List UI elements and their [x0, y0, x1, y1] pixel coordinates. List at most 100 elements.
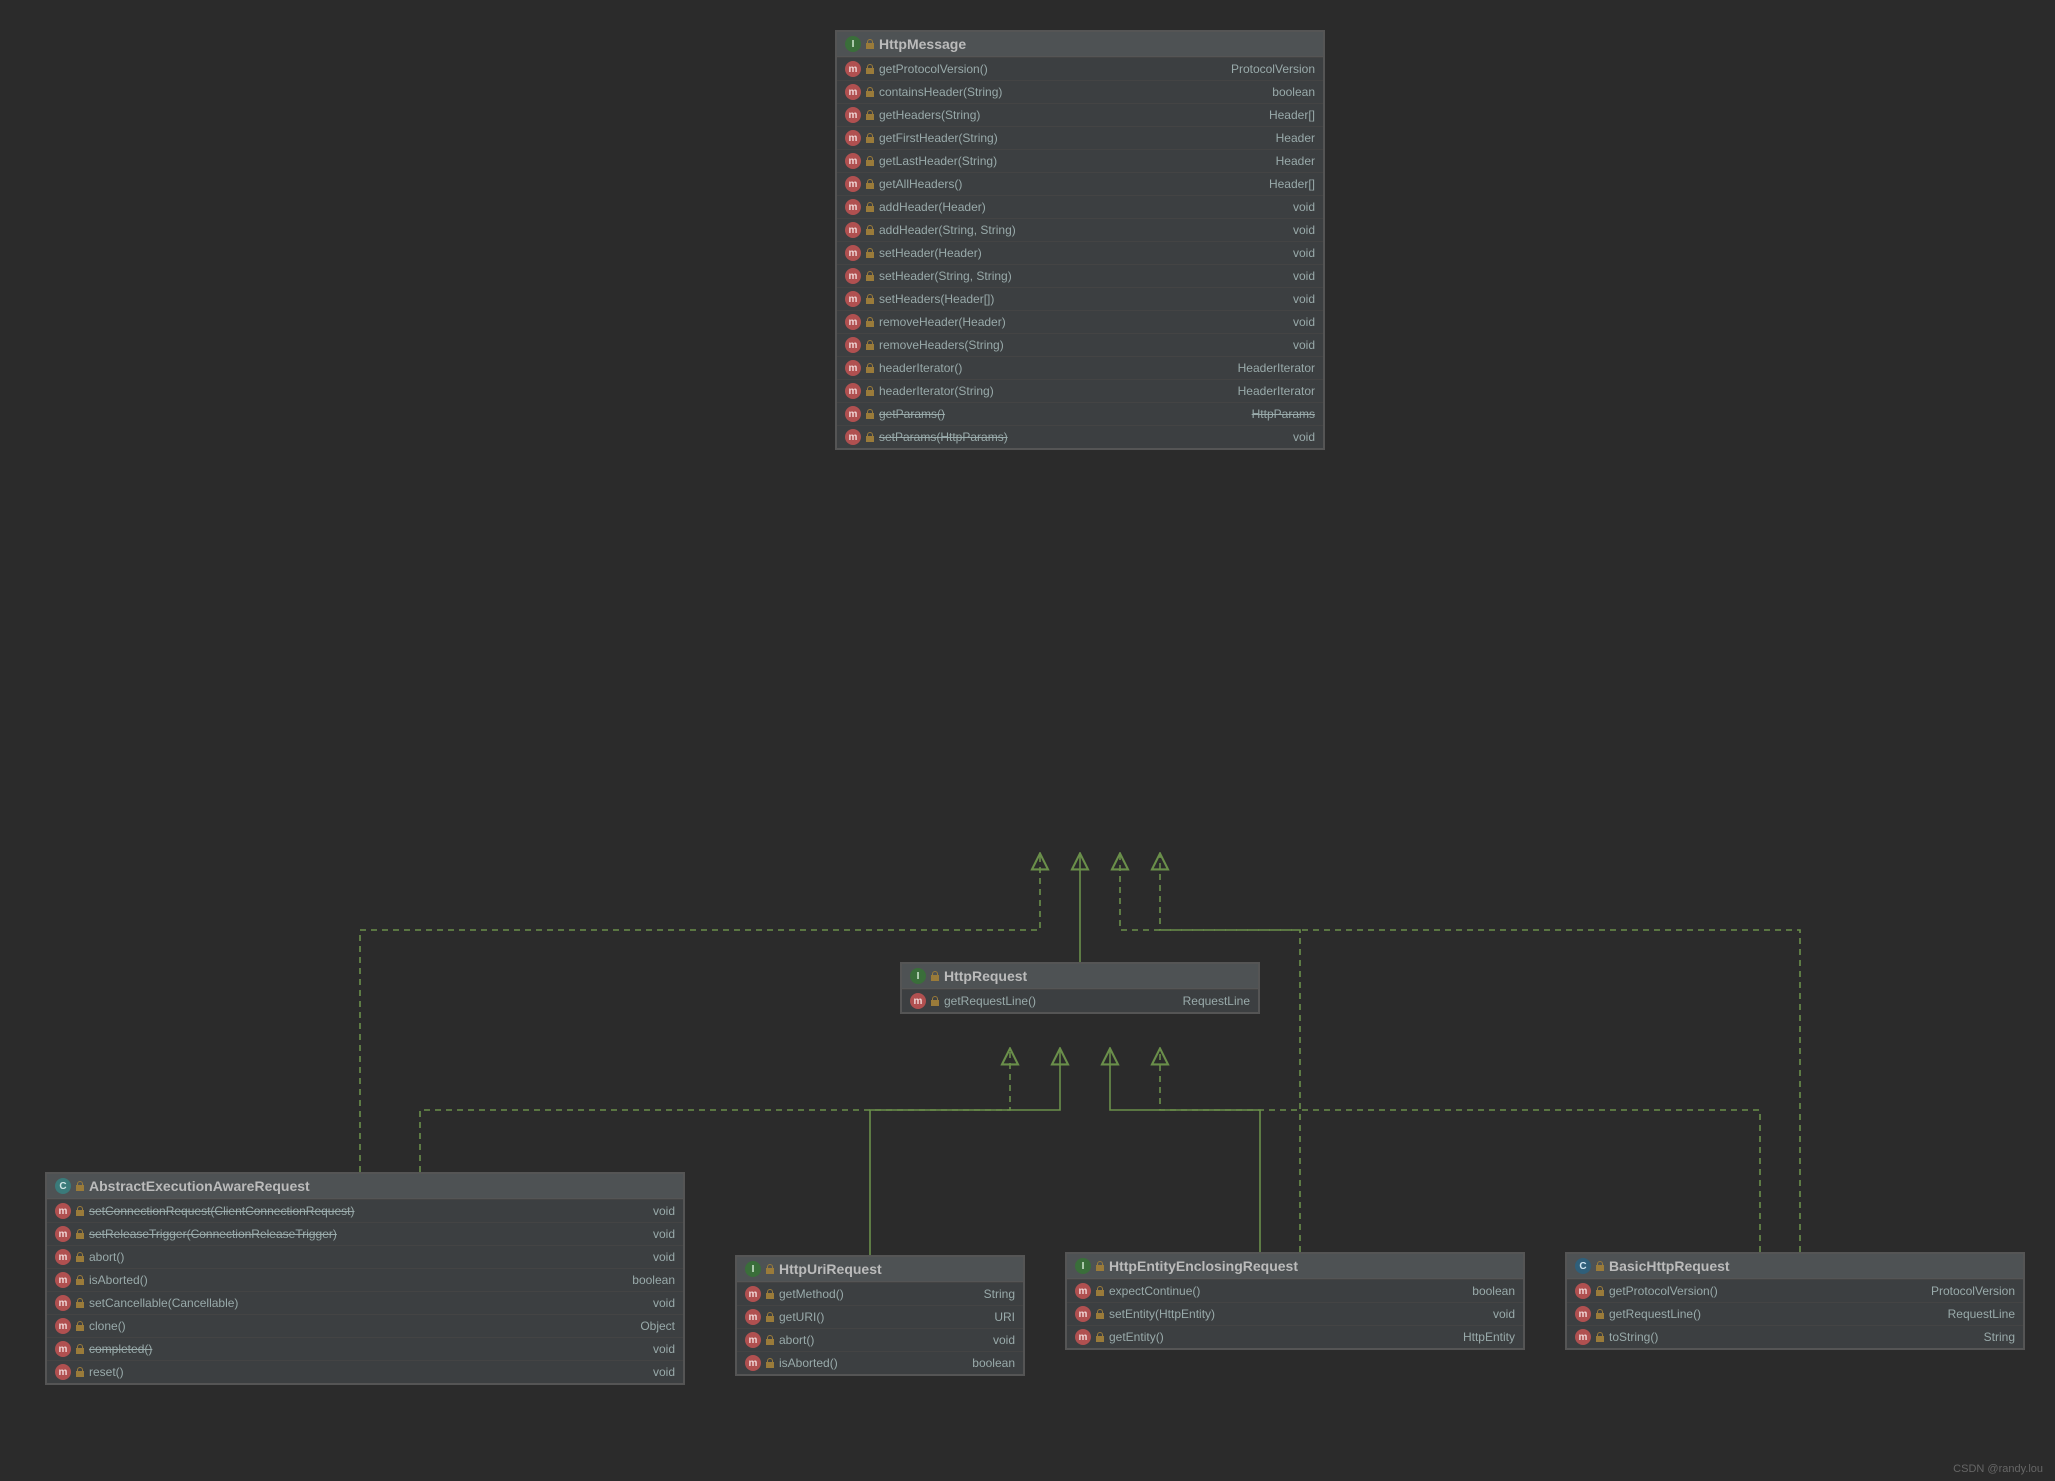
method-icon: m: [55, 1318, 71, 1334]
member-row[interactable]: misAborted()boolean: [47, 1268, 683, 1291]
member-signature: getLastHeader(String): [879, 154, 1254, 168]
member-signature: clone(): [89, 1319, 618, 1333]
method-icon: m: [845, 429, 861, 445]
lock-icon: [865, 64, 875, 74]
member-row[interactable]: msetHeader(String, String)void: [837, 264, 1323, 287]
member-row[interactable]: msetParams(HttpParams)void: [837, 425, 1323, 448]
method-icon: m: [745, 1355, 761, 1371]
class-http-request[interactable]: I HttpRequest mgetRequestLine()RequestLi…: [900, 962, 1260, 1014]
class-body: m setConnectionRequest(ClientConnectionRe…: [47, 1199, 683, 1383]
member-row[interactable]: mgetMethod()String: [737, 1282, 1023, 1305]
member-return-type: void: [653, 1227, 675, 1241]
class-http-uri-request[interactable]: I HttpUriRequest mgetMethod()StringmgetU…: [735, 1255, 1025, 1376]
member-row[interactable]: msetHeader(Header)void: [837, 241, 1323, 264]
member-return-type: void: [653, 1342, 675, 1356]
member-signature: setEntity(HttpEntity): [1109, 1307, 1471, 1321]
member-row[interactable]: mgetProtocolVersion()ProtocolVersion: [837, 57, 1323, 80]
member-row[interactable]: maddHeader(String, String)void: [837, 218, 1323, 241]
lock-icon: [765, 1358, 775, 1368]
interface-icon: I: [845, 36, 861, 52]
lock-icon: [1595, 1261, 1605, 1271]
member-row[interactable]: maddHeader(Header)void: [837, 195, 1323, 218]
member-row[interactable]: mclone()Object: [47, 1314, 683, 1337]
member-return-type: void: [653, 1250, 675, 1264]
lock-icon: [865, 39, 875, 49]
lock-icon: [75, 1298, 85, 1308]
member-row[interactable]: msetCancellable(Cancellable)void: [47, 1291, 683, 1314]
member-signature: getParams(): [879, 407, 1230, 421]
class-name: HttpUriRequest: [779, 1261, 882, 1277]
class-title: I HttpEntityEnclosingRequest: [1067, 1254, 1523, 1279]
member-signature: abort(): [779, 1333, 971, 1347]
lock-icon: [865, 432, 875, 442]
member-row[interactable]: mabort()void: [737, 1328, 1023, 1351]
member-return-type: void: [1293, 200, 1315, 214]
method-icon: m: [1575, 1283, 1591, 1299]
member-row[interactable]: mheaderIterator(String)HeaderIterator: [837, 379, 1323, 402]
member-signature: setHeaders(Header[]): [879, 292, 1271, 306]
lock-icon: [865, 317, 875, 327]
member-return-type: Header: [1276, 131, 1315, 145]
member-row[interactable]: msetHeaders(Header[])void: [837, 287, 1323, 310]
class-icon: C: [1575, 1258, 1591, 1274]
method-icon: m: [845, 107, 861, 123]
lock-icon: [75, 1275, 85, 1285]
member-row[interactable]: mremoveHeader(Header)void: [837, 310, 1323, 333]
method-icon: m: [745, 1332, 761, 1348]
member-row[interactable]: mgetParams()HttpParams: [837, 402, 1323, 425]
member-row[interactable]: mgetRequestLine()RequestLine: [902, 989, 1258, 1012]
lock-icon: [865, 386, 875, 396]
lock-icon: [1595, 1309, 1605, 1319]
diagram-canvas[interactable]: I HttpMessage mgetProtocolVersion()Proto…: [0, 0, 2055, 1481]
member-row[interactable]: mgetEntity()HttpEntity: [1067, 1325, 1523, 1348]
member-row[interactable]: mgetLastHeader(String)Header: [837, 149, 1323, 172]
member-signature: getRequestLine(): [944, 994, 1161, 1008]
member-row[interactable]: mgetRequestLine()RequestLine: [1567, 1302, 2023, 1325]
class-http-message[interactable]: I HttpMessage mgetProtocolVersion()Proto…: [835, 30, 1325, 450]
method-icon: m: [845, 314, 861, 330]
member-row[interactable]: mgetHeaders(String)Header[]: [837, 103, 1323, 126]
interface-icon: I: [1075, 1258, 1091, 1274]
member-return-type: String: [984, 1287, 1015, 1301]
member-row[interactable]: mabort()void: [47, 1245, 683, 1268]
method-icon: m: [55, 1226, 71, 1242]
member-row[interactable]: msetConnectionRequest(ClientConnectionRe…: [47, 1199, 683, 1222]
abstract-class-icon: C: [55, 1178, 71, 1194]
lock-icon: [765, 1289, 775, 1299]
member-row[interactable]: misAborted()boolean: [737, 1351, 1023, 1374]
lock-icon: [865, 156, 875, 166]
method-icon: m: [845, 291, 861, 307]
member-row[interactable]: mheaderIterator()HeaderIterator: [837, 356, 1323, 379]
lock-icon: [865, 340, 875, 350]
member-row[interactable]: mremoveHeaders(String)void: [837, 333, 1323, 356]
member-row[interactable]: mgetURI()URI: [737, 1305, 1023, 1328]
member-return-type: void: [1293, 246, 1315, 260]
member-signature: removeHeaders(String): [879, 338, 1271, 352]
interface-icon: I: [745, 1261, 761, 1277]
member-signature: setConnectionRequest(ClientConnectionReq…: [89, 1204, 631, 1218]
lock-icon: [765, 1264, 775, 1274]
member-return-type: void: [653, 1365, 675, 1379]
method-icon: m: [55, 1272, 71, 1288]
member-return-type: boolean: [632, 1273, 675, 1287]
method-icon: m: [1575, 1306, 1591, 1322]
member-return-type: void: [1293, 269, 1315, 283]
class-basic-http-request[interactable]: C BasicHttpRequest mgetProtocolVersion()…: [1565, 1252, 2025, 1350]
method-icon: m: [845, 360, 861, 376]
member-row[interactable]: mreset()void: [47, 1360, 683, 1383]
class-http-entity-enclosing-request[interactable]: I HttpEntityEnclosingRequest mexpectCont…: [1065, 1252, 1525, 1350]
member-row[interactable]: mcontainsHeader(String)boolean: [837, 80, 1323, 103]
lock-icon: [765, 1335, 775, 1345]
lock-icon: [930, 996, 940, 1006]
member-row[interactable]: mcompleted()void: [47, 1337, 683, 1360]
class-abstract-execution-aware-request[interactable]: C AbstractExecutionAwareRequest msetConn…: [45, 1172, 685, 1385]
member-row[interactable]: mgetProtocolVersion()ProtocolVersion: [1567, 1279, 2023, 1302]
member-row[interactable]: mexpectContinue()boolean: [1067, 1279, 1523, 1302]
member-row[interactable]: msetEntity(HttpEntity)void: [1067, 1302, 1523, 1325]
member-row[interactable]: mtoString()String: [1567, 1325, 2023, 1348]
member-row[interactable]: mgetAllHeaders()Header[]: [837, 172, 1323, 195]
member-row[interactable]: msetReleaseTrigger(ConnectionReleaseTrig…: [47, 1222, 683, 1245]
interface-icon: I: [910, 968, 926, 984]
lock-icon: [1595, 1332, 1605, 1342]
member-row[interactable]: mgetFirstHeader(String)Header: [837, 126, 1323, 149]
